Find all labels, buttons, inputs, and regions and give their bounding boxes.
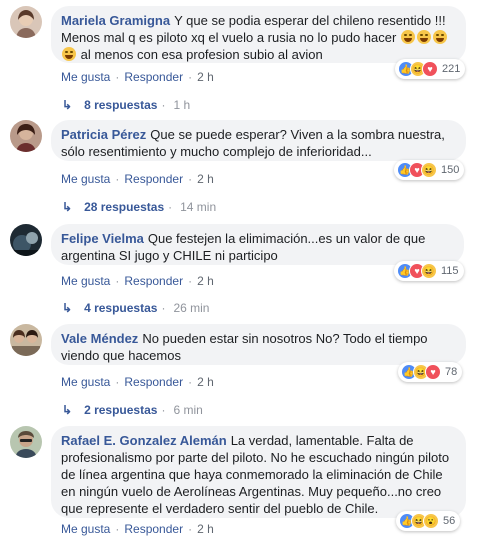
avatar[interactable] (10, 120, 42, 152)
comment-bubble: Felipe Vielma Que festejen la elimimación… (51, 224, 464, 265)
comment-actions: Me gusta · Responder · 2 h (61, 172, 214, 186)
comment-bubble: Patricia Pérez Que se puede esperar? Vive… (51, 120, 466, 161)
replies-count: 2 respuestas (84, 403, 158, 417)
author-name[interactable]: Mariela Gramigna (61, 13, 170, 28)
reply-button[interactable]: Responder (124, 274, 183, 288)
like-button[interactable]: Me gusta (61, 172, 110, 186)
view-replies-link[interactable]: ↳ 28 respuestas · 14 min (62, 200, 216, 214)
comment-text: al menos con esa profesion subio al avio… (80, 47, 323, 62)
laughing-emoji-icon (416, 30, 431, 44)
like-button[interactable]: Me gusta (61, 375, 110, 389)
comment-time[interactable]: 2 h (197, 172, 214, 186)
love-icon: ♥ (422, 61, 438, 77)
like-button[interactable]: Me gusta (61, 70, 110, 84)
avatar[interactable] (10, 224, 42, 256)
replies-time: 6 min (173, 403, 203, 417)
reaction-summary[interactable]: 👍 😆 ♥ 78 (398, 362, 463, 382)
avatar[interactable] (10, 324, 42, 356)
reaction-count: 221 (442, 63, 461, 75)
reply-button[interactable]: Responder (124, 375, 183, 389)
laughing-emoji-icon (62, 47, 76, 61)
reply-arrow-icon: ↳ (62, 301, 73, 315)
replies-count: 4 respuestas (84, 301, 158, 315)
reply-arrow-icon: ↳ (62, 98, 73, 112)
comment-time[interactable]: 2 h (197, 375, 214, 389)
reply-arrow-icon: ↳ (62, 200, 73, 214)
reply-button[interactable]: Responder (124, 522, 183, 536)
comment-time[interactable]: 2 h (197, 70, 214, 84)
haha-icon: 😆 (421, 162, 437, 178)
like-button[interactable]: Me gusta (61, 274, 110, 288)
comment-time[interactable]: 2 h (197, 274, 214, 288)
reaction-summary[interactable]: 👍 ♥ 😆 115 (394, 261, 464, 281)
reaction-count: 56 (443, 515, 456, 527)
avatar[interactable] (10, 6, 42, 38)
view-replies-link[interactable]: ↳ 8 respuestas · 1 h (62, 98, 190, 112)
reaction-summary[interactable]: 👍 ♥ 😆 150 (394, 160, 465, 180)
haha-icon: 😆 (421, 263, 437, 279)
reply-button[interactable]: Responder (124, 172, 183, 186)
author-name[interactable]: Vale Méndez (61, 331, 138, 346)
comment-bubble: Mariela Gramigna Y que se podia esperar d… (51, 6, 466, 63)
wow-icon: 😮 (423, 513, 439, 529)
comment-text: Y que se podia esperar del chileno resen… (174, 13, 446, 28)
replies-time: 14 min (180, 200, 217, 214)
love-icon: ♥ (425, 364, 441, 380)
comment-actions: Me gusta · Responder · 2 h (61, 522, 214, 536)
author-name[interactable]: Felipe Vielma (61, 231, 144, 246)
comment-bubble: Rafael E. Gonzalez Alemán La verdad, lame… (51, 426, 466, 518)
reply-button[interactable]: Responder (124, 70, 183, 84)
replies-time: 1 h (173, 98, 191, 112)
reaction-summary[interactable]: 👍 😆 ♥ 221 (395, 59, 466, 79)
comment-actions: Me gusta · Responder · 2 h (61, 375, 214, 389)
laughing-emoji-icon (432, 30, 447, 44)
comment-actions: Me gusta · Responder · 2 h (61, 70, 214, 84)
view-replies-link[interactable]: ↳ 2 respuestas · 6 min (62, 403, 203, 417)
comment-time[interactable]: 2 h (197, 522, 214, 536)
comment-bubble: Vale Méndez No pueden estar sin nosotros … (51, 324, 466, 365)
reply-arrow-icon: ↳ (62, 403, 73, 417)
laughing-emoji-icon (400, 30, 415, 44)
comment-text: Menos mal q es piloto xq el vuelo a rusi… (61, 30, 397, 45)
reaction-count: 115 (441, 265, 459, 277)
like-button[interactable]: Me gusta (61, 522, 110, 536)
replies-count: 28 respuestas (84, 200, 165, 214)
replies-count: 8 respuestas (84, 98, 158, 112)
avatar[interactable] (10, 426, 42, 458)
author-name[interactable]: Patricia Pérez (61, 127, 146, 142)
comment-actions: Me gusta · Responder · 2 h (61, 274, 214, 288)
reaction-summary[interactable]: 👍 😆 😮 56 (396, 511, 461, 531)
replies-time: 26 min (173, 301, 210, 315)
reaction-count: 150 (441, 164, 460, 176)
author-name[interactable]: Rafael E. Gonzalez Alemán (61, 433, 227, 448)
reaction-count: 78 (445, 366, 458, 378)
view-replies-link[interactable]: ↳ 4 respuestas · 26 min (62, 301, 209, 315)
